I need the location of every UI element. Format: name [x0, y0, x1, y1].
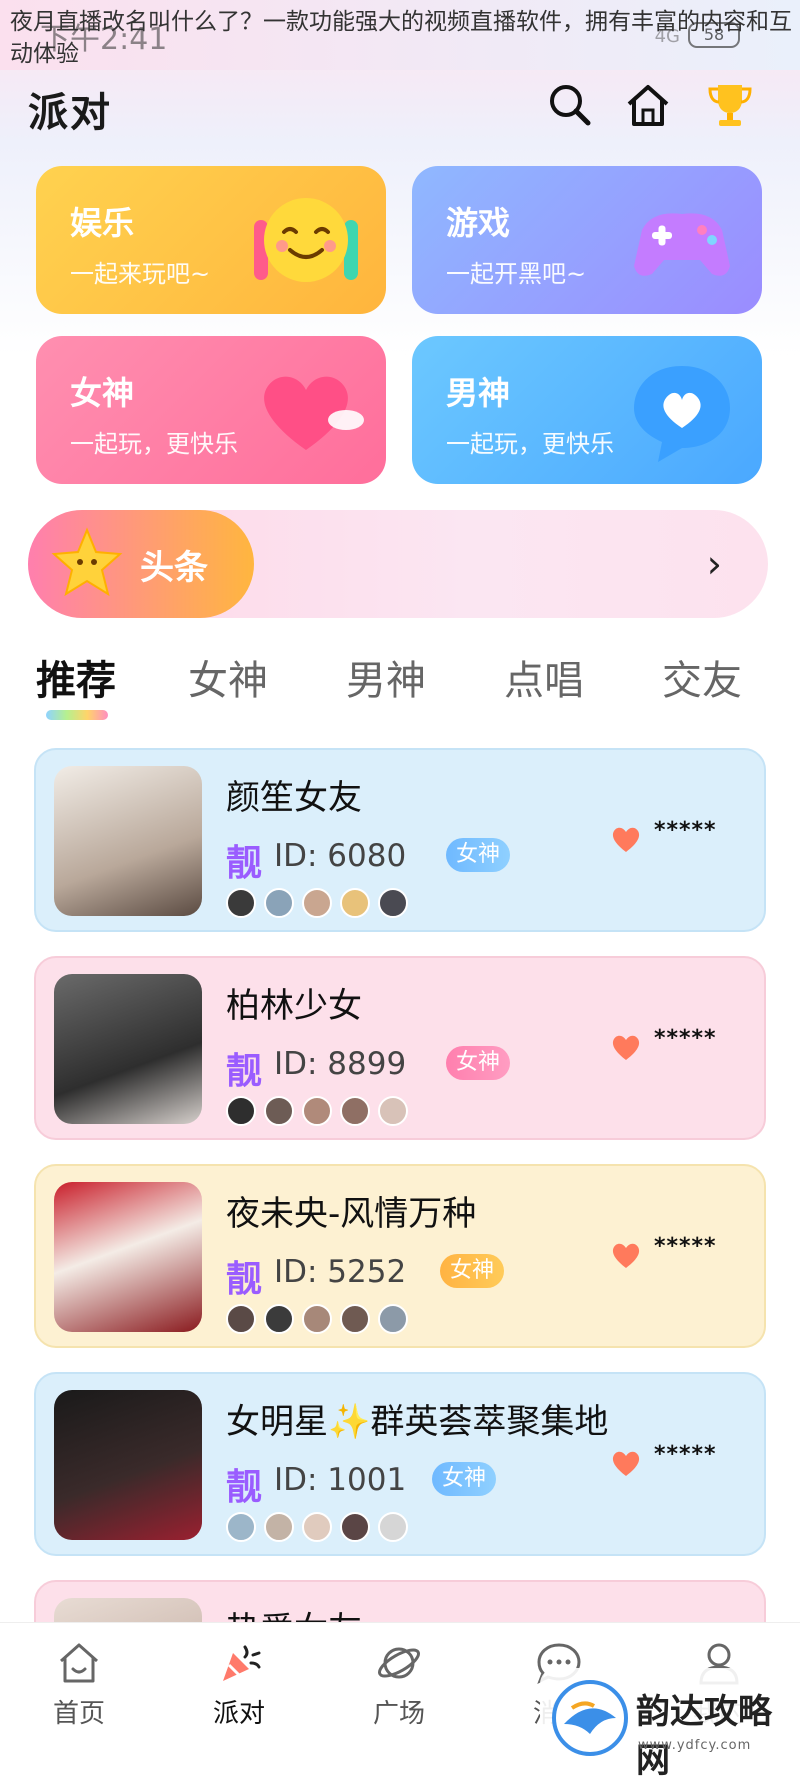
room-name: 女明星✨群英荟萃聚集地 — [226, 1402, 609, 1442]
headline-label: 头条 — [140, 548, 208, 588]
tab-nanshen[interactable]: 男神 — [346, 648, 426, 706]
category-subtitle: 一起开黑吧~ — [446, 260, 587, 288]
room-badge: 靓 — [226, 1259, 263, 1300]
home-icon — [60, 1643, 98, 1683]
room-id: ID: 1001 — [274, 1462, 407, 1498]
tab-jiaoyou[interactable]: 交友 — [662, 648, 742, 706]
nav-square[interactable]: 广场 — [344, 1639, 454, 1730]
watermark-url: www.ydfcy.com — [638, 1738, 752, 1753]
room-badge: 靓 — [226, 1051, 263, 1092]
room-name: 夜未央-风情万种 — [226, 1194, 477, 1234]
category-card-yule[interactable]: 娱乐 一起来玩吧~ — [36, 166, 386, 314]
category-title: 娱乐 — [70, 204, 135, 242]
headline-banner[interactable]: 头条 › — [28, 510, 768, 618]
category-title: 男神 — [446, 374, 511, 412]
category-subtitle: 一起玩，更快乐 — [446, 430, 614, 458]
room-thumbnail — [54, 1182, 202, 1332]
room-stars: ***** — [654, 818, 717, 843]
nav-label: 派对 — [212, 1699, 265, 1729]
category-title: 女神 — [70, 374, 135, 412]
avatar — [378, 1512, 408, 1542]
room-id: ID: 6080 — [274, 838, 407, 874]
app-logo: 派对 — [28, 90, 112, 136]
room-thumbnail — [54, 1390, 202, 1540]
avatar — [302, 888, 332, 918]
nav-party[interactable]: 派对 — [184, 1639, 294, 1730]
avatar — [302, 1096, 332, 1126]
laughing-face-icon — [254, 198, 358, 282]
avatar — [226, 888, 256, 918]
room-badge: 靓 — [226, 1467, 263, 1508]
chat-heart-icon — [634, 366, 730, 462]
room-stars: ***** — [654, 1026, 717, 1051]
avatar — [264, 1304, 294, 1334]
overlay-caption: 夜月直播改名叫什么了？一款功能强大的视频直播软件，拥有丰富的内容和互动体验 — [10, 9, 792, 67]
room-id: ID: 8899 — [274, 1046, 407, 1082]
tab-nvshen[interactable]: 女神 — [188, 648, 268, 706]
avatar — [226, 1096, 256, 1126]
home-icon[interactable] — [623, 80, 673, 130]
avatar — [226, 1512, 256, 1542]
room-thumbnail — [54, 766, 202, 916]
avatar — [264, 888, 294, 918]
room-card[interactable]: 颜笙女友 靓 ID: 6080 女神 ***** — [34, 748, 766, 932]
nav-label: 广场 — [372, 1699, 425, 1729]
room-tag: 女神 — [432, 1462, 497, 1496]
party-popper-icon — [223, 1645, 261, 1681]
avatar — [340, 888, 370, 918]
heart-icon — [612, 1035, 640, 1060]
avatar — [340, 1096, 370, 1126]
avatar — [226, 1304, 256, 1334]
nav-home[interactable]: 首页 — [24, 1639, 134, 1730]
star-icon — [51, 527, 123, 597]
category-card-nanshen[interactable]: 男神 一起玩，更快乐 — [412, 336, 762, 484]
room-tag: 女神 — [446, 1046, 511, 1080]
trophy-icon[interactable] — [705, 80, 755, 130]
avatar — [302, 1304, 332, 1334]
avatar — [340, 1304, 370, 1334]
heart-icon — [264, 376, 364, 450]
tab-dianchang[interactable]: 点唱 — [504, 648, 584, 706]
gamepad-icon — [634, 213, 730, 276]
category-subtitle: 一起来玩吧~ — [70, 260, 211, 288]
tab-indicator — [46, 710, 108, 720]
heart-icon — [612, 1243, 640, 1268]
app-header: 派对 — [0, 70, 800, 150]
room-card[interactable]: 女明星✨群英荟萃聚集地 靓 ID: 1001 女神 ***** — [34, 1372, 766, 1556]
planet-icon — [378, 1647, 420, 1679]
avatar — [264, 1512, 294, 1542]
avatar — [340, 1512, 370, 1542]
avatar — [378, 888, 408, 918]
chevron-right-icon: › — [706, 542, 722, 586]
tab-bar: 推荐 女神 男神 点唱 交友 — [0, 640, 800, 720]
nav-label: 首页 — [52, 1699, 105, 1729]
search-icon[interactable] — [545, 80, 595, 130]
headline-pill: 头条 — [28, 510, 254, 618]
avatar — [302, 1512, 332, 1542]
category-card-youxi[interactable]: 游戏 一起开黑吧~ — [412, 166, 762, 314]
room-tag: 女神 — [446, 838, 511, 872]
watermark-text: 韵达攻略网 — [636, 1692, 772, 1778]
room-tag: 女神 — [440, 1254, 505, 1288]
room-card[interactable]: 柏林少女 靓 ID: 8899 女神 ***** — [34, 956, 766, 1140]
watermark: 韵达攻略网 www.ydfcy.com — [540, 1668, 794, 1778]
room-name: 柏林少女 — [226, 986, 362, 1026]
watermark-logo-icon — [552, 1680, 628, 1756]
category-subtitle: 一起玩，更快乐 — [70, 430, 238, 458]
room-name: 颜笙女友 — [226, 778, 362, 818]
avatar — [264, 1096, 294, 1126]
room-card[interactable]: 夜未央-风情万种 靓 ID: 5252 女神 ***** — [34, 1164, 766, 1348]
room-id: ID: 5252 — [274, 1254, 407, 1290]
room-stars: ***** — [654, 1234, 717, 1259]
category-card-nvshen[interactable]: 女神 一起玩，更快乐 — [36, 336, 386, 484]
avatar — [378, 1096, 408, 1126]
room-thumbnail — [54, 974, 202, 1124]
room-badge: 靓 — [226, 843, 263, 884]
heart-icon — [612, 827, 640, 852]
tab-tuijian[interactable]: 推荐 — [36, 648, 116, 706]
room-stars: ***** — [654, 1442, 717, 1467]
heart-icon — [612, 1451, 640, 1476]
category-title: 游戏 — [446, 204, 511, 242]
avatar — [378, 1304, 408, 1334]
